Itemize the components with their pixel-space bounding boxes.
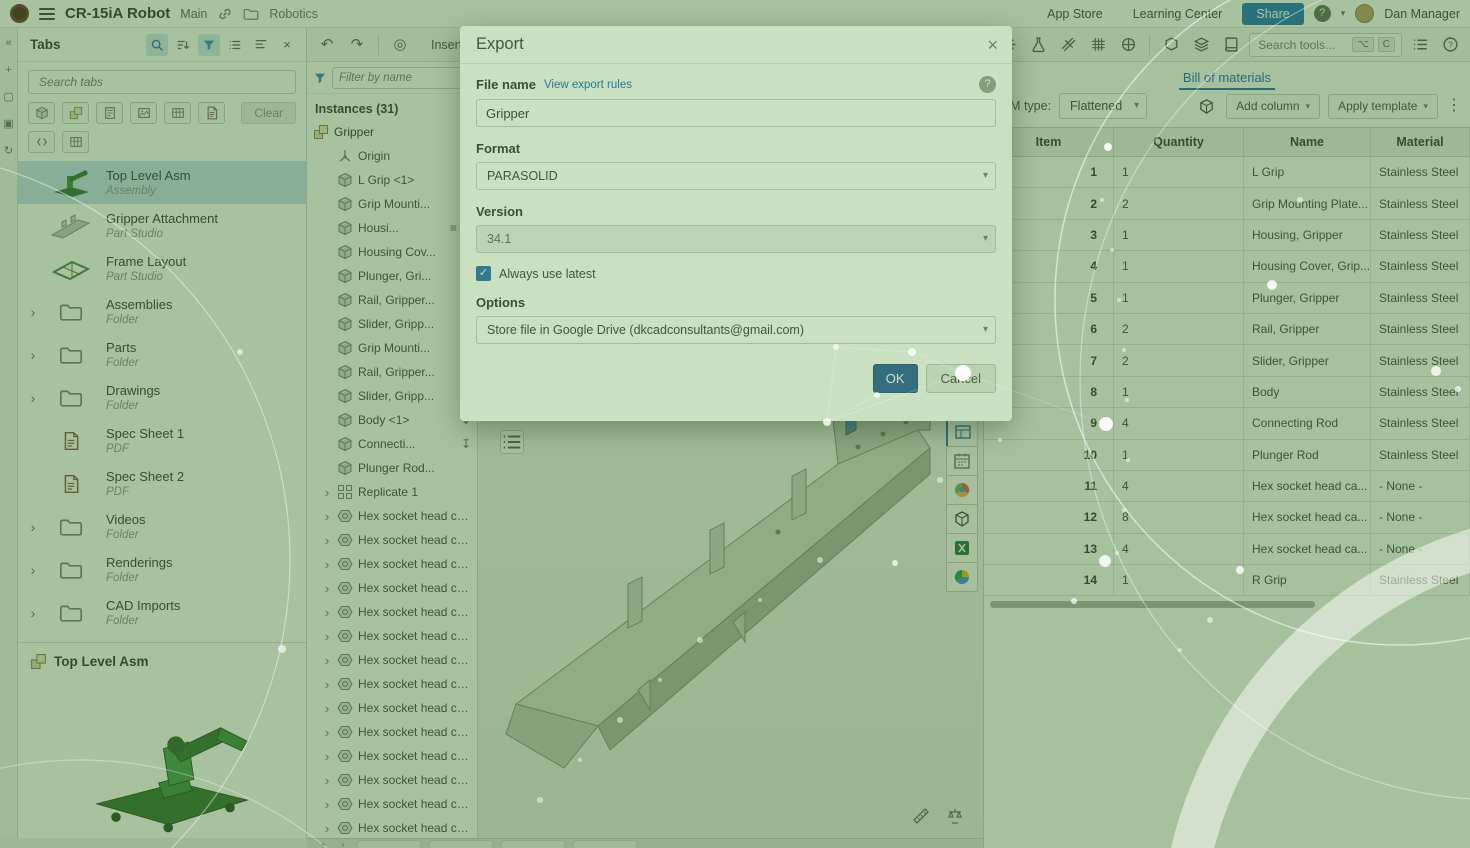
version-value: 34.1 bbox=[487, 232, 511, 246]
close-icon[interactable] bbox=[987, 36, 998, 54]
always-use-latest-checkbox[interactable]: Always use latest bbox=[476, 266, 996, 281]
chevron-down-icon bbox=[983, 325, 988, 335]
format-select[interactable]: PARASOLID bbox=[476, 162, 996, 190]
view-export-rules-link[interactable]: View export rules bbox=[544, 79, 632, 91]
format-value: PARASOLID bbox=[487, 169, 558, 183]
ok-button[interactable]: OK bbox=[873, 364, 918, 393]
app-root: CR-15iA Robot Main Robotics App Store Le… bbox=[0, 0, 1470, 848]
always-use-latest-label: Always use latest bbox=[499, 267, 596, 281]
file-name-label: File name bbox=[476, 77, 536, 92]
options-label: Options bbox=[476, 295, 996, 310]
dialog-header: Export bbox=[460, 26, 1012, 64]
dialog-title: Export bbox=[476, 35, 524, 54]
file-name-input[interactable] bbox=[476, 99, 996, 127]
dialog-body: File name View export rules Format PARAS… bbox=[460, 64, 1012, 421]
version-select[interactable]: 34.1 bbox=[476, 225, 996, 253]
export-dialog: Export File name View export rules Forma… bbox=[460, 26, 1012, 421]
checkbox-checked-icon bbox=[476, 266, 491, 281]
chevron-down-icon bbox=[983, 234, 988, 244]
dialog-help-icon[interactable] bbox=[979, 76, 996, 93]
format-label: Format bbox=[476, 141, 996, 156]
options-value: Store file in Google Drive (dkcadconsult… bbox=[487, 323, 804, 337]
cancel-button[interactable]: Cancel bbox=[926, 364, 996, 393]
chevron-down-icon bbox=[983, 171, 988, 181]
version-label: Version bbox=[476, 204, 996, 219]
options-select[interactable]: Store file in Google Drive (dkcadconsult… bbox=[476, 316, 996, 344]
